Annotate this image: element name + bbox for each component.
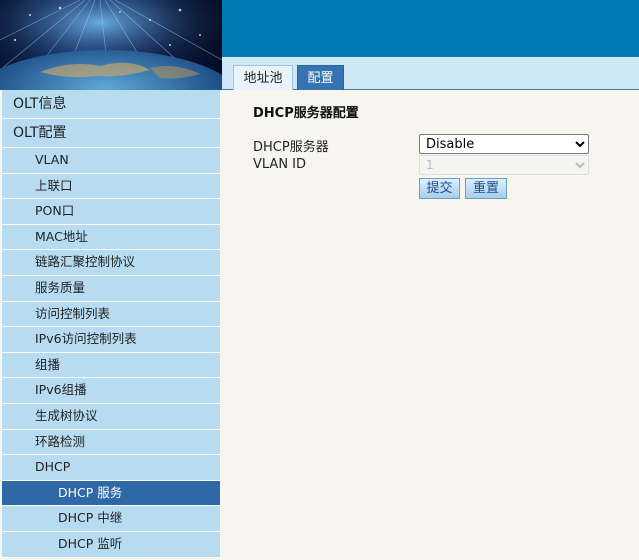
sidebar-item-olt-info[interactable]: OLT信息 [2,90,220,119]
globe-fiber-optic-banner [0,0,222,90]
sidebar-item-olt-config[interactable]: OLT配置 [2,119,220,148]
sidebar-item-lacp[interactable]: 链路汇聚控制协议 [2,250,220,276]
sidebar-item-stp[interactable]: 生成树协议 [2,404,220,430]
page-title: DHCP服务器配置 [253,106,359,121]
header-bar [222,0,639,57]
vlan-id-select: 1 [419,155,589,175]
reset-button[interactable]: 重置 [465,178,507,199]
sidebar-item-loop-detection[interactable]: 环路检测 [2,429,220,456]
vlan-id-label: VLAN ID [253,157,307,172]
sidebar-item-vlan[interactable]: VLAN [2,148,220,174]
submit-button[interactable]: 提交 [419,178,460,199]
sidebar-item-ipv6-multicast[interactable]: IPv6组播 [2,378,220,404]
sidebar-item-ipv6-acl[interactable]: IPv6访问控制列表 [2,327,220,353]
sidebar-item-mac-address[interactable]: MAC地址 [2,224,220,251]
main-content: DHCP服务器配置 DHCP服务器 Disable VLAN ID 1 提交 重… [222,91,639,560]
sidebar-item-dhcp[interactable]: DHCP [2,455,220,481]
sidebar-item-qos[interactable]: 服务质量 [2,276,220,302]
sidebar-item-multicast[interactable]: 组播 [2,352,220,379]
sidebar-item-acl[interactable]: 访问控制列表 [2,301,220,328]
dhcp-server-select[interactable]: Disable [419,134,589,154]
dhcp-server-label: DHCP服务器 [253,140,329,155]
sidebar-item-dhcp-relay[interactable]: DHCP 中继 [2,506,220,532]
sidebar-item-uplink-port[interactable]: 上联口 [2,173,220,200]
sidebar-item-pon-port[interactable]: PON口 [2,199,220,225]
tab-strip: 地址池 配置 [222,57,639,90]
sidebar: OLT信息 OLT配置 VLAN 上联口 PON口 MAC地址 链路汇聚控制协议… [0,90,222,560]
sidebar-item-dhcp-server[interactable]: DHCP 服务 [2,480,220,507]
sidebar-item-dhcp-snooping[interactable]: DHCP 监听 [2,532,220,558]
tab-address-pool[interactable]: 地址池 [233,65,293,90]
tab-config[interactable]: 配置 [297,65,344,90]
